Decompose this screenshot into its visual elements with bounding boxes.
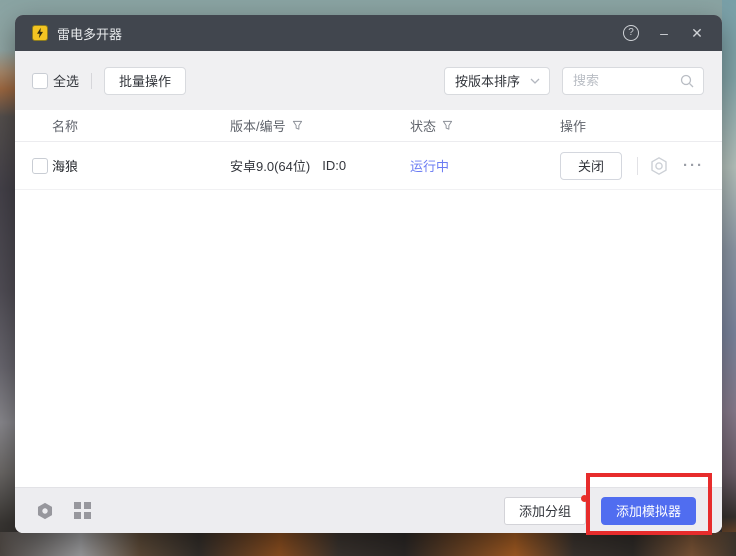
wallpaper-right-sky (722, 0, 736, 556)
header-status: 状态 (410, 116, 436, 135)
close-icon[interactable]: ✕ (689, 25, 705, 42)
batch-operations-button[interactable]: 批量操作 (104, 67, 186, 95)
add-emulator-button[interactable]: 添加模拟器 (601, 497, 696, 525)
instance-name: 海狼 (52, 156, 78, 175)
stop-instance-button[interactable]: 关闭 (560, 152, 622, 180)
add-group-button[interactable]: 添加分组 (504, 497, 586, 525)
instance-list-empty-area (15, 190, 722, 487)
select-all-label: 全选 (53, 71, 79, 90)
app-window: 雷电多开器 ? – ✕ 全选 批量操作 按版本排序 (15, 15, 722, 533)
wallpaper-bottom-rocks (0, 532, 736, 556)
wallpaper-left-cliff (0, 0, 16, 556)
chevron-down-icon (530, 78, 540, 84)
help-icon[interactable]: ? (623, 25, 639, 41)
footer-bar: 添加分组 添加模拟器 (15, 487, 722, 533)
select-all-checkbox[interactable] (32, 73, 48, 89)
search-input[interactable] (573, 73, 680, 88)
titlebar: 雷电多开器 ? – ✕ (15, 15, 722, 51)
ops-divider (637, 157, 638, 175)
notification-dot (581, 495, 588, 502)
toolbar: 全选 批量操作 按版本排序 (15, 51, 722, 110)
row-checkbox[interactable] (32, 158, 48, 174)
grid-view-icon[interactable] (74, 502, 91, 519)
settings-icon[interactable] (36, 502, 54, 520)
more-icon[interactable]: ··· (683, 157, 704, 174)
instance-settings-icon[interactable] (649, 156, 669, 176)
toolbar-divider (91, 73, 92, 89)
search-icon (680, 74, 694, 88)
filter-icon[interactable] (442, 120, 453, 131)
status-badge: 运行中 (410, 156, 449, 175)
sort-dropdown[interactable]: 按版本排序 (444, 67, 550, 95)
table-row: 海狼 安卓9.0(64位) ID:0 运行中 关闭 ··· (15, 142, 722, 190)
filter-icon[interactable] (292, 120, 303, 131)
add-group-label: 添加分组 (519, 504, 571, 519)
sort-dropdown-value: 按版本排序 (455, 71, 520, 90)
window-title: 雷电多开器 (57, 24, 122, 43)
header-version: 版本/编号 (230, 116, 286, 135)
desktop-wallpaper: 雷电多开器 ? – ✕ 全选 批量操作 按版本排序 (0, 0, 736, 556)
instance-id: ID:0 (322, 158, 346, 173)
search-box (562, 67, 704, 95)
minimize-icon[interactable]: – (656, 25, 672, 41)
app-logo-icon (32, 25, 48, 41)
table-header-row: 名称 版本/编号 状态 操作 (15, 110, 722, 142)
header-actions: 操作 (560, 116, 586, 135)
instance-version: 安卓9.0(64位) (230, 156, 310, 175)
titlebar-actions: ? – ✕ (623, 25, 705, 42)
header-name: 名称 (52, 116, 78, 135)
